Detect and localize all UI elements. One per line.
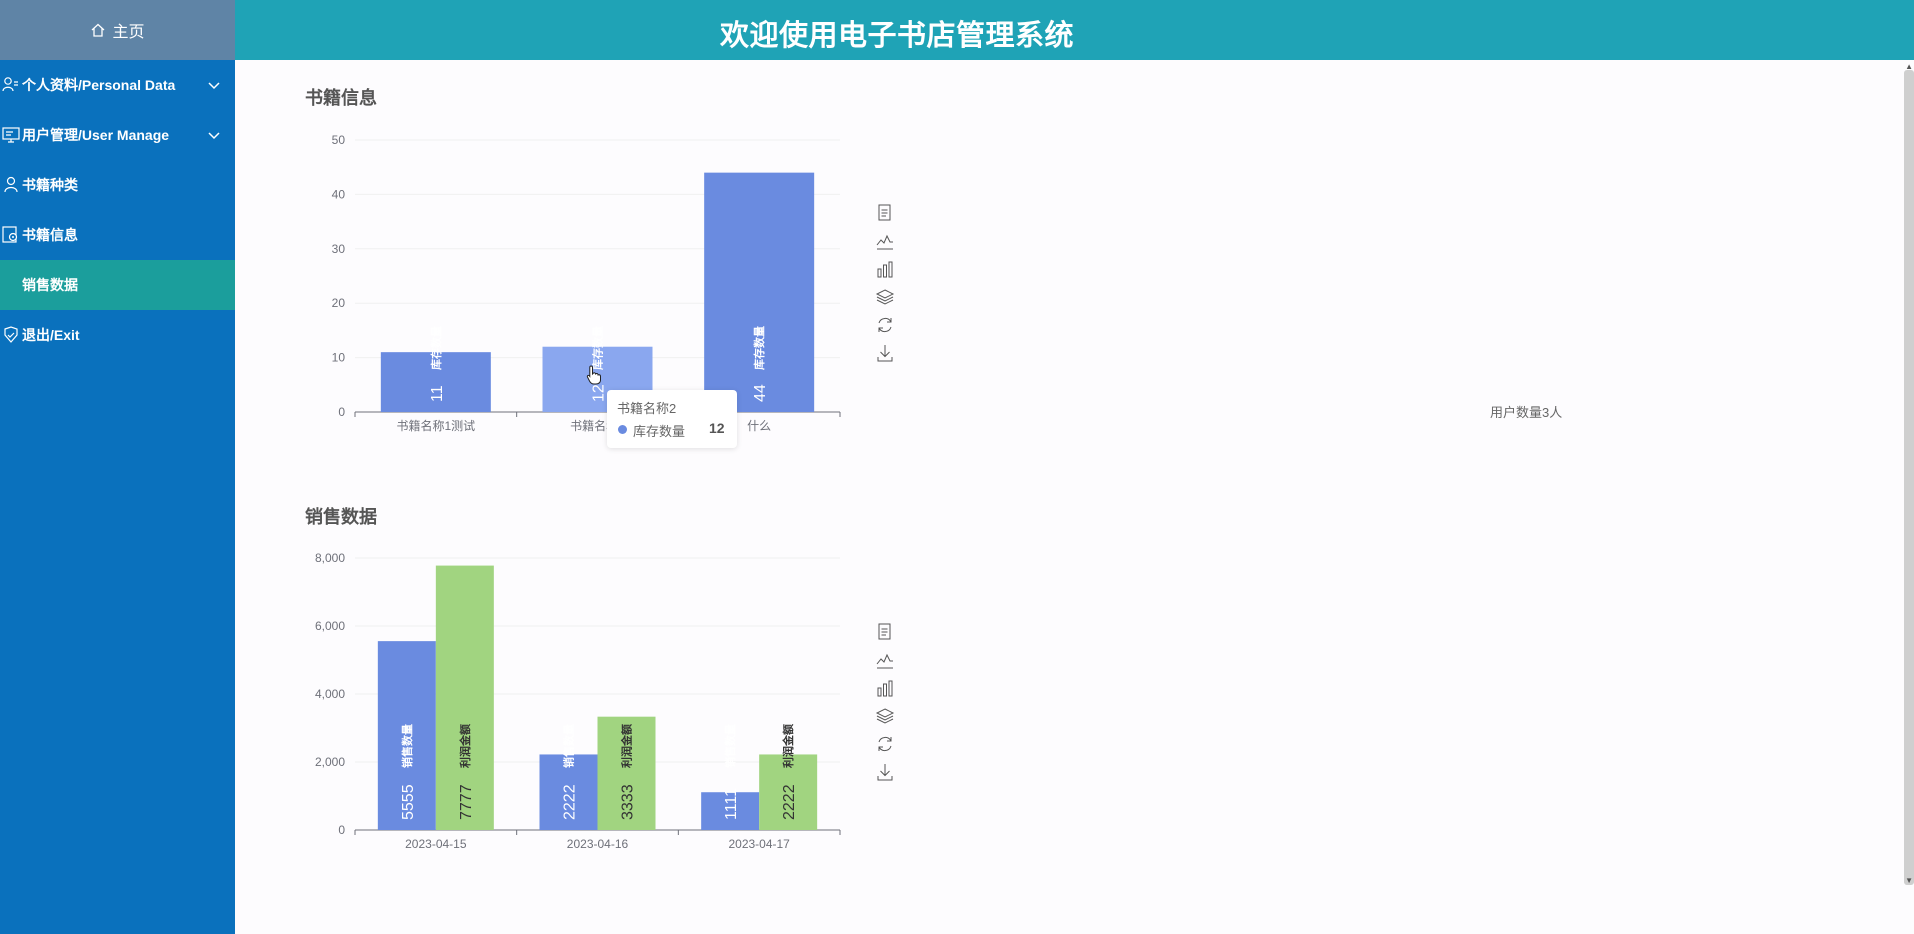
y-tick-label: 30 — [332, 242, 346, 256]
download-icon[interactable] — [875, 762, 895, 782]
settings-doc-icon — [2, 226, 22, 244]
person-icon — [2, 176, 22, 194]
bar-data-label: 3333 — [620, 784, 637, 820]
y-tick-label: 50 — [332, 133, 346, 147]
chart1-title: 书籍信息 — [305, 88, 377, 108]
sidebar-item-book-info[interactable]: 书籍信息 — [0, 210, 235, 260]
sidebar: 主页 个人资料/Personal Data 用户管理/User Manage 书… — [0, 0, 235, 934]
sidebar-item-label: 销售数据 — [22, 277, 78, 293]
bar-chart-icon[interactable] — [875, 678, 895, 698]
bar-series-label: 销售数量 — [400, 724, 414, 768]
sidebar-item-personal-data[interactable]: 个人资料/Personal Data — [0, 60, 235, 110]
stack-icon[interactable] — [875, 287, 895, 307]
y-tick-label: 2,000 — [315, 755, 345, 769]
sidebar-item-book-categories[interactable]: 书籍种类 — [0, 160, 235, 210]
bar-series-label: 利润金额 — [458, 724, 472, 768]
x-tick-label: 2023-04-16 — [567, 837, 629, 851]
scroll-down-arrow-icon[interactable]: ▼ — [1905, 876, 1913, 885]
sidebar-item-sales-data[interactable]: 销售数据 — [0, 260, 235, 310]
page-title: 欢迎使用电子书店管理系统 — [720, 20, 1075, 52]
y-tick-label: 6,000 — [315, 619, 345, 633]
bar-data-label: 1111 — [723, 788, 740, 820]
sidebar-item-label: 退出/Exit — [22, 327, 80, 343]
chart-tooltip: 书籍名称2 库存数量 12 — [607, 390, 737, 448]
sidebar-item-label: 用户管理/User Manage — [22, 127, 170, 143]
chart2-title: 销售数据 — [305, 507, 377, 527]
line-chart-icon[interactable] — [875, 231, 895, 251]
bar-series-label: 利润金额 — [620, 724, 634, 768]
line-chart-icon[interactable] — [875, 650, 895, 670]
bar-series-label: 库存数量 — [752, 326, 766, 370]
tooltip-series-name: 库存数量 — [633, 424, 686, 439]
sidebar-item-label: 个人资料/Personal Data — [22, 77, 176, 93]
user-icon — [2, 76, 22, 94]
tooltip-title: 书籍名称2 — [617, 401, 677, 416]
exit-icon — [2, 326, 22, 344]
stack-icon[interactable] — [875, 706, 895, 726]
bar-series-label: 销售数量 — [723, 724, 737, 768]
bar-data-label: 2222 — [781, 784, 798, 820]
tooltip-series-marker — [618, 425, 627, 434]
book-info-chart: 0 10 20 30 40 50 书籍名称1测试 11 库存数量书籍名称2 12 库存数量什么 44 库… — [332, 133, 841, 433]
y-tick-label: 10 — [332, 351, 346, 365]
restore-icon[interactable] — [875, 315, 895, 335]
sidebar-item-user-manage[interactable]: 用户管理/User Manage — [0, 110, 235, 160]
chevron-down-icon — [208, 127, 220, 143]
restore-icon[interactable] — [875, 734, 895, 754]
bar-data-label: 7777 — [458, 784, 475, 820]
monitor-icon — [2, 126, 22, 144]
y-tick-label: 40 — [332, 187, 346, 201]
chevron-down-icon — [208, 77, 220, 93]
bar-series-label: 利润金额 — [781, 724, 795, 768]
hand-cursor-icon — [586, 365, 602, 390]
bar-data-label: 44 — [752, 384, 769, 402]
bar-data-label: 11 — [429, 385, 446, 402]
tooltip-value: 12 — [709, 420, 725, 436]
bar-chart-icon[interactable] — [875, 259, 895, 279]
sales-data-chart: 0 2,000 4,000 6,000 8,000 2023-04-15 5555 销售数量 7… — [315, 551, 841, 851]
top-header: 欢迎使用电子书店管理系统 — [235, 0, 1914, 60]
bar — [704, 172, 815, 412]
sidebar-item-label: 书籍种类 — [22, 177, 78, 193]
user-count-text: 用户数量3人 — [1490, 405, 1563, 420]
x-tick-label: 书籍名称1测试 — [396, 418, 475, 433]
bar-series-label: 库存数量 — [429, 326, 443, 370]
sidebar-item-label: 书籍信息 — [22, 227, 78, 243]
scrollbar[interactable] — [1904, 70, 1914, 885]
y-tick-label: 0 — [338, 405, 345, 419]
home-icon — [90, 22, 106, 38]
bar-data-label: 2222 — [562, 784, 579, 820]
home-nav-item[interactable]: 主页 — [0, 0, 235, 60]
data-view-icon[interactable] — [875, 203, 895, 223]
bar-series-label: 库存数量 — [591, 326, 605, 370]
download-icon[interactable] — [875, 343, 895, 363]
sidebar-item-exit[interactable]: 退出/Exit — [0, 310, 235, 360]
app-root: 主页 个人资料/Personal Data 用户管理/User Manage 书… — [0, 0, 1914, 934]
chart1-toolbox — [875, 203, 895, 371]
y-tick-label: 4,000 — [315, 687, 345, 701]
x-tick-label: 2023-04-15 — [405, 837, 467, 851]
y-tick-label: 8,000 — [315, 551, 345, 565]
x-tick-label: 什么 — [747, 419, 771, 433]
bar-series-label: 销售数量 — [562, 724, 576, 768]
x-tick-label: 2023-04-17 — [728, 837, 790, 851]
y-tick-label: 20 — [332, 296, 346, 310]
home-label: 主页 — [112, 24, 145, 41]
bar-data-label: 5555 — [400, 784, 417, 820]
chart2-toolbox — [875, 622, 895, 790]
data-view-icon[interactable] — [875, 622, 895, 642]
y-tick-label: 0 — [338, 823, 345, 837]
